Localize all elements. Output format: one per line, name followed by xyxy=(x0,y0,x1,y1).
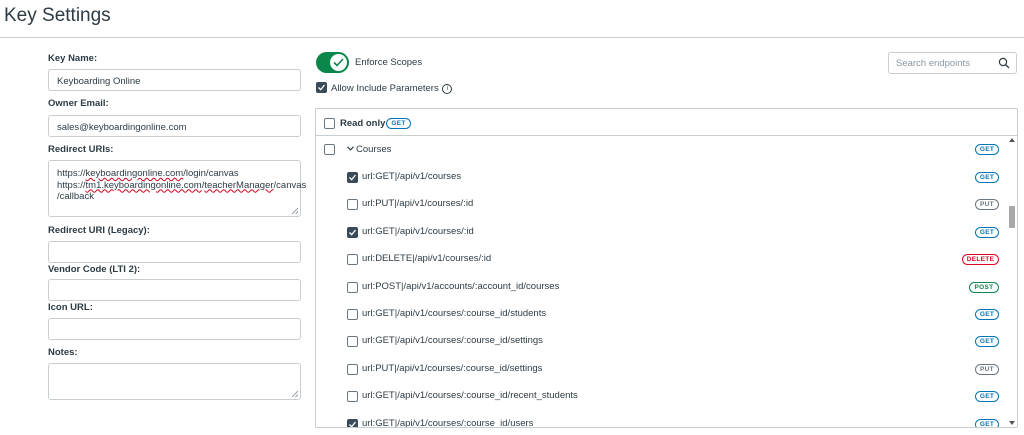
check-icon xyxy=(318,84,325,91)
method-badge-get: GET xyxy=(975,309,999,320)
redirect-uri-legacy-label: Redirect URI (Legacy): xyxy=(48,225,150,236)
read-only-row: Read only GET xyxy=(316,109,1017,136)
owner-email-label: Owner Email: xyxy=(48,98,109,109)
scroll-down-arrow-icon[interactable] xyxy=(1009,421,1015,425)
endpoint-checkbox[interactable] xyxy=(347,199,358,210)
redirect-uri-legacy-input[interactable] xyxy=(48,241,301,263)
read-only-checkbox[interactable] xyxy=(324,118,335,129)
endpoint-checkbox[interactable] xyxy=(347,172,358,183)
resize-grip-icon[interactable] xyxy=(292,208,298,214)
method-badge-delete: DELETE xyxy=(962,254,999,265)
endpoint-checkbox[interactable] xyxy=(347,254,358,265)
endpoint-checkbox[interactable] xyxy=(347,364,358,375)
key-name-input[interactable]: Keyboarding Online xyxy=(48,69,301,91)
endpoint-checkbox[interactable] xyxy=(347,227,358,238)
enforce-scopes-label: Enforce Scopes xyxy=(355,57,423,68)
page-header: Key Settings xyxy=(0,0,1024,38)
info-icon[interactable]: i xyxy=(442,84,453,94)
method-badge-get: GET xyxy=(975,419,999,427)
vendor-code-label: Vendor Code (LTI 2): xyxy=(48,264,141,275)
check-icon xyxy=(349,229,356,236)
endpoint-checkbox[interactable] xyxy=(347,282,358,293)
read-only-get-badge: GET xyxy=(386,118,411,129)
redirect-uri-line-1: https://keyboardingonline.com/login/canv… xyxy=(57,168,239,179)
key-name-label: Key Name: xyxy=(48,53,98,64)
search-endpoints-input[interactable]: Search endpoints xyxy=(888,52,1017,74)
endpoint-label[interactable]: url:PUT|/api/v1/courses/:course_id/setti… xyxy=(362,363,542,374)
endpoint-checkbox[interactable] xyxy=(347,419,358,427)
notes-textarea[interactable] xyxy=(48,363,301,400)
endpoint-label[interactable]: url:GET|/api/v1/courses/:course_id/stude… xyxy=(362,308,546,319)
method-badge-get: GET xyxy=(975,172,999,183)
endpoint-checkbox[interactable] xyxy=(347,309,358,320)
method-badge-get: GET xyxy=(975,336,999,347)
endpoint-label[interactable]: url:DELETE|/api/v1/courses/:id xyxy=(362,253,491,264)
endpoint-label[interactable]: url:GET|/api/v1/courses/:course_id/users xyxy=(362,418,533,427)
endpoints-panel: Read only GET Courses GET url:GET|/api/v… xyxy=(315,108,1018,428)
method-badge-put: PUT xyxy=(975,199,999,210)
search-placeholder: Search endpoints xyxy=(896,58,970,69)
courses-group-label[interactable]: Courses xyxy=(356,144,391,155)
courses-group-checkbox[interactable] xyxy=(324,144,335,155)
check-icon xyxy=(349,174,356,181)
endpoint-label[interactable]: url:POST|/api/v1/accounts/:account_id/co… xyxy=(362,281,559,292)
method-badge-put: PUT xyxy=(975,364,999,375)
allow-include-checkbox[interactable] xyxy=(316,82,327,93)
scrollbar[interactable] xyxy=(1006,136,1017,427)
vendor-code-input[interactable] xyxy=(48,279,301,301)
icon-url-label: Icon URL: xyxy=(48,302,93,313)
check-icon xyxy=(333,58,344,67)
endpoint-label[interactable]: url:GET|/api/v1/courses/:course_id/recen… xyxy=(362,390,578,401)
allow-include-text: Allow Include Parameters xyxy=(331,83,439,94)
redirect-uri-line-2: https://tm1.keyboardingonline.com/teache… xyxy=(57,179,307,191)
enforce-scopes-toggle[interactable] xyxy=(316,52,349,73)
endpoint-checkbox[interactable] xyxy=(347,336,358,347)
method-badge-get: GET xyxy=(975,391,999,402)
courses-group-badge: GET xyxy=(975,144,999,155)
toggle-knob xyxy=(330,54,347,71)
scrollbar-thumb[interactable] xyxy=(1009,206,1015,228)
page-title: Key Settings xyxy=(4,5,111,26)
notes-label: Notes: xyxy=(48,347,78,358)
owner-email-input[interactable]: sales@keyboardingonline.com xyxy=(48,115,301,137)
icon-url-input[interactable] xyxy=(48,318,301,340)
endpoint-checkbox[interactable] xyxy=(347,391,358,402)
endpoint-label[interactable]: url:GET|/api/v1/courses/:id xyxy=(362,226,474,237)
chevron-down-icon[interactable] xyxy=(347,146,354,151)
check-icon xyxy=(349,421,356,427)
scroll-up-arrow-icon[interactable] xyxy=(1009,138,1015,142)
redirect-uris-label: Redirect URIs: xyxy=(48,144,114,155)
method-badge-post: POST xyxy=(969,282,999,293)
allow-include-label: Allow Include Parameters i xyxy=(331,83,453,94)
read-only-label: Read only xyxy=(340,118,386,129)
redirect-uri-line-3: /callback xyxy=(57,191,94,202)
endpoint-label[interactable]: url:GET|/api/v1/courses xyxy=(362,171,461,182)
search-icon[interactable] xyxy=(998,57,1010,69)
endpoint-label[interactable]: url:PUT|/api/v1/courses/:id xyxy=(362,198,473,209)
method-badge-get: GET xyxy=(975,227,999,238)
endpoint-label[interactable]: url:GET|/api/v1/courses/:course_id/setti… xyxy=(362,335,543,346)
redirect-uris-textarea[interactable]: https://keyboardingonline.com/login/canv… xyxy=(48,160,307,217)
resize-grip-icon[interactable] xyxy=(292,391,298,397)
